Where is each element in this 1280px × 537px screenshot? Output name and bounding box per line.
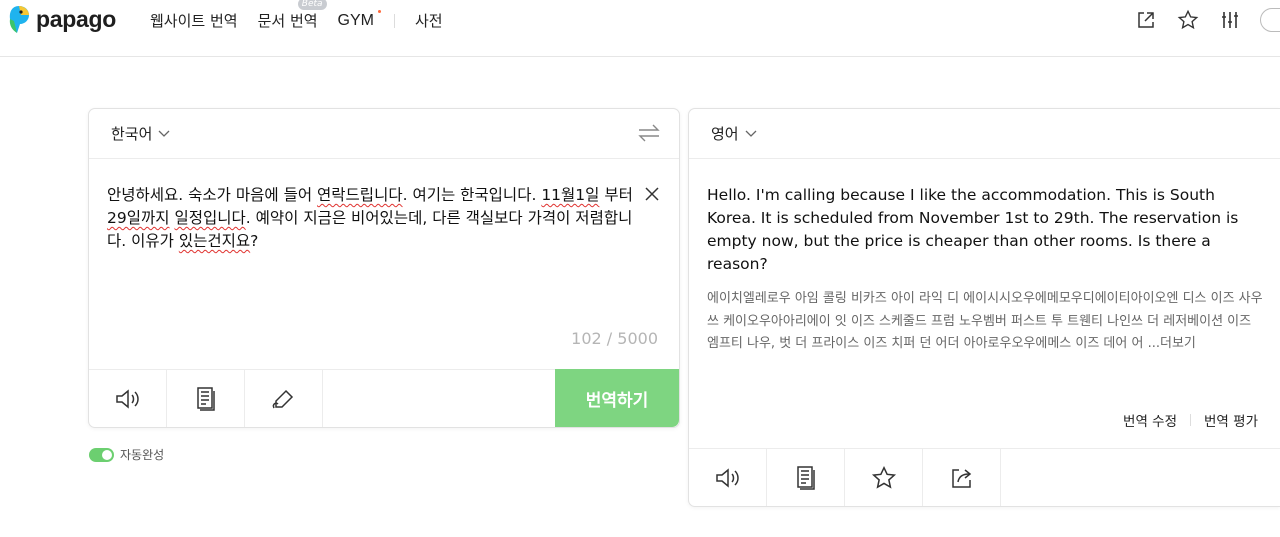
close-icon[interactable] xyxy=(645,187,659,201)
share-button[interactable] xyxy=(923,449,1001,506)
new-dot-badge xyxy=(378,9,381,13)
speaker-icon xyxy=(115,388,139,409)
actions-divider xyxy=(1190,414,1192,426)
spell-error-text: 29일까지 xyxy=(107,209,170,227)
translation-output: Hello. I'm calling because I like the ac… xyxy=(707,186,1239,273)
more-link[interactable]: 더보기 xyxy=(1160,336,1196,351)
pen-icon xyxy=(272,389,293,408)
main-nav: 웹사이트 번역 문서 번역 Beta GYM 사전 xyxy=(150,0,463,31)
top-header: papago 웹사이트 번역 문서 번역 Beta GYM 사전 xyxy=(0,0,1280,57)
chevron-down-icon xyxy=(745,130,757,137)
swap-languages-icon[interactable] xyxy=(637,123,661,143)
nav-document-label: 문서 번역 xyxy=(257,12,318,30)
source-language-label: 한국어 xyxy=(111,125,153,143)
autocomplete-label: 자동완성 xyxy=(120,448,165,462)
star-icon xyxy=(871,465,896,489)
source-language-select[interactable]: 한국어 xyxy=(111,123,170,144)
pronunciation-text: 에이치엘레로우 아임 콜링 비카즈 아이 라익 디 에이시시오우에메모우디에이티… xyxy=(707,288,1267,356)
target-toolbar xyxy=(689,448,1280,506)
spell-error-text: 있는건지요 xyxy=(178,232,251,250)
target-language-label: 영어 xyxy=(711,125,739,143)
logo-wordmark: papago xyxy=(36,5,116,32)
beta-badge: Beta xyxy=(297,0,327,10)
source-text-segment: 안녕하세요. 숙소가 마음에 들어 xyxy=(107,186,318,204)
source-text-segment: ? xyxy=(250,232,259,250)
listen-target-button[interactable] xyxy=(689,449,767,506)
header-icons xyxy=(1116,8,1280,32)
autocomplete-setting: 자동완성 xyxy=(89,446,164,463)
vocabulary-button[interactable] xyxy=(167,370,245,427)
spell-error-text: 연락드립니다 xyxy=(317,186,403,204)
nav-gym-label: GYM xyxy=(337,11,374,29)
notebook-icon xyxy=(196,386,215,411)
rate-translation-link[interactable]: 번역 평가 xyxy=(1204,410,1258,430)
translate-button[interactable]: 번역하기 xyxy=(555,369,679,427)
target-language-select[interactable]: 영어 xyxy=(711,123,757,144)
user-icon[interactable] xyxy=(1260,8,1280,32)
settings-sliders-icon[interactable] xyxy=(1218,8,1242,32)
chevron-down-icon xyxy=(158,130,170,137)
star-icon[interactable] xyxy=(1176,8,1200,32)
nav-gym[interactable]: GYM xyxy=(337,9,381,30)
source-text-segment: . 여기는 한국입니다. xyxy=(402,186,542,204)
parrot-logo-icon xyxy=(9,6,29,33)
handwriting-button[interactable] xyxy=(245,370,323,427)
share-icon xyxy=(951,468,971,488)
nav-divider xyxy=(394,13,395,28)
source-text-segment: 부터 xyxy=(599,186,633,204)
character-counter: 102 / 5000 xyxy=(571,329,658,348)
autocomplete-toggle[interactable] xyxy=(89,447,114,462)
speaker-icon xyxy=(715,467,739,488)
source-text-input[interactable]: 안녕하세요. 숙소가 마음에 들어 연락드립니다. 여기는 한국입니다. 11월… xyxy=(107,184,633,253)
listen-source-button[interactable] xyxy=(89,370,167,427)
nav-website-translate[interactable]: 웹사이트 번역 xyxy=(150,10,238,31)
nav-dictionary[interactable]: 사전 xyxy=(415,10,443,31)
share-icon[interactable] xyxy=(1134,8,1158,32)
favorite-button[interactable] xyxy=(845,449,923,506)
translation-actions: 번역 수정 번역 평가 xyxy=(1123,410,1258,430)
papago-logo[interactable]: papago xyxy=(6,4,116,34)
copy-button[interactable] xyxy=(767,449,845,506)
edit-translation-link[interactable]: 번역 수정 xyxy=(1123,410,1177,430)
nav-document-translate[interactable]: 문서 번역 Beta xyxy=(257,0,327,31)
source-panel: 한국어 안녕하세요. 숙소가 마음에 들어 연락드립니다. 여기는 한국입니다.… xyxy=(88,108,680,428)
target-panel: 영어 Hello. I'm calling because I like the… xyxy=(688,108,1280,507)
spell-error-text: 11월1일 xyxy=(541,186,600,204)
source-panel-header: 한국어 xyxy=(89,109,679,159)
spell-error-text: 일정입니다 xyxy=(174,209,246,227)
target-panel-header: 영어 xyxy=(689,109,1280,159)
notebook-icon xyxy=(796,465,815,490)
